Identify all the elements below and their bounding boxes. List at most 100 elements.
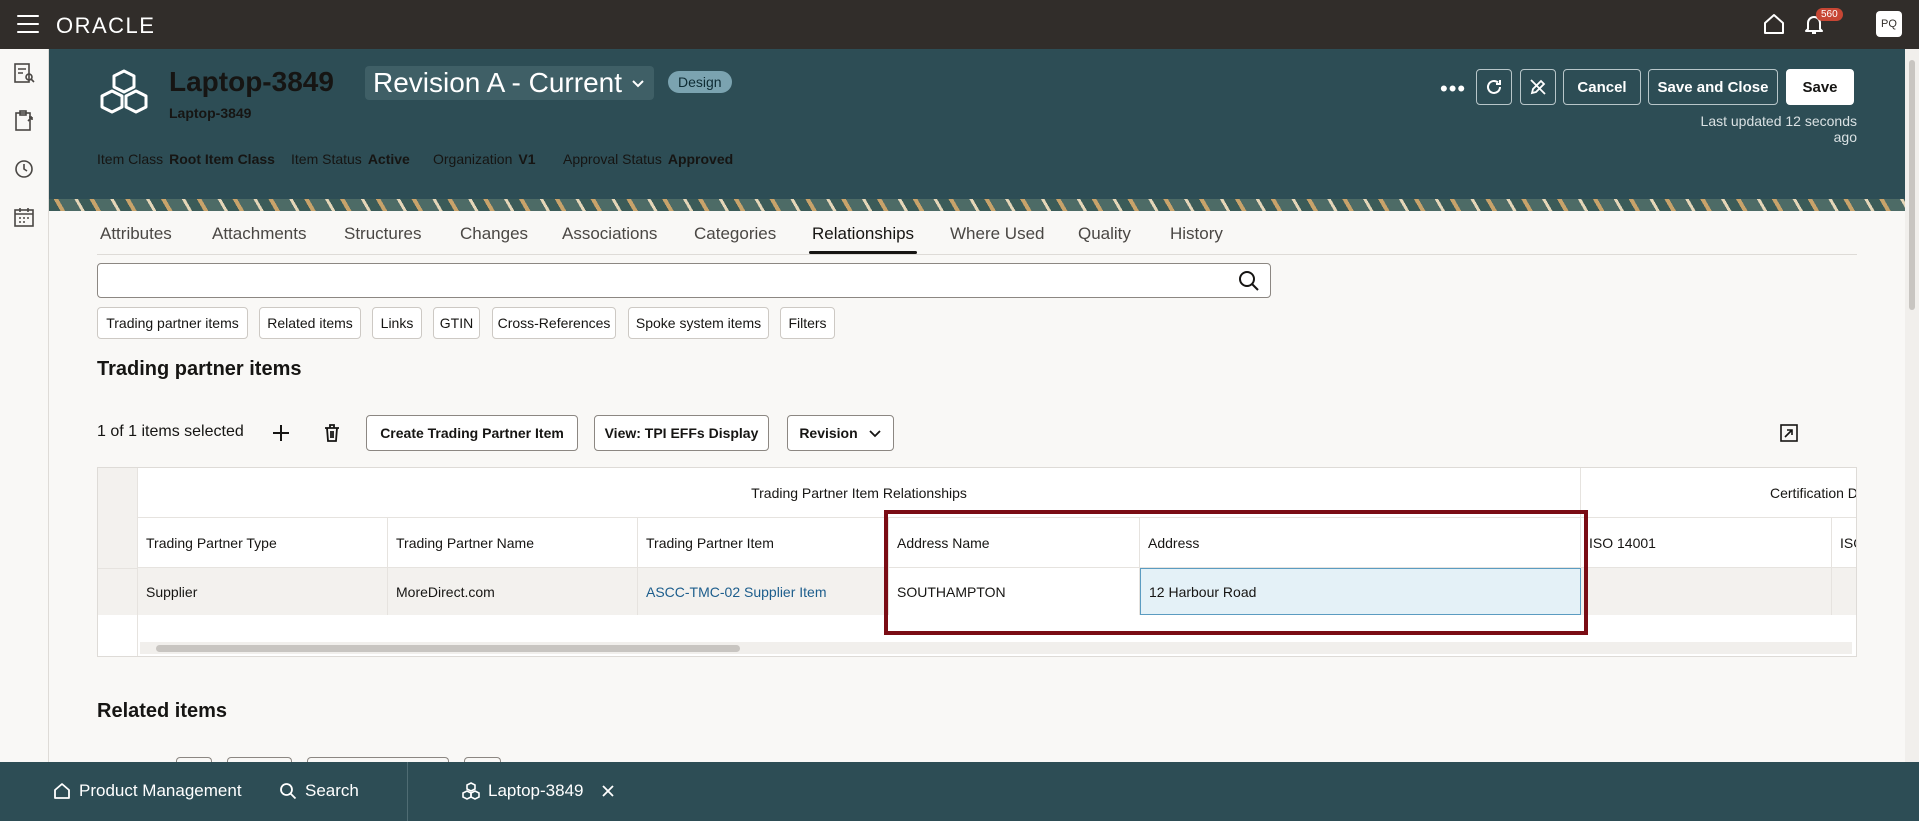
item-cubes-icon bbox=[100, 69, 148, 114]
column-header-tp-name[interactable]: Trading Partner Name bbox=[388, 518, 638, 568]
cell-iso-14001[interactable] bbox=[1581, 568, 1832, 615]
search-icon bbox=[280, 783, 297, 800]
chip-trading-partner-items[interactable]: Trading partner items bbox=[97, 307, 248, 339]
column-header-tp-item[interactable]: Trading Partner Item bbox=[638, 518, 889, 568]
product-management-label: Product Management bbox=[79, 781, 242, 800]
menu-icon[interactable] bbox=[17, 15, 39, 33]
header-decorative-pattern bbox=[49, 199, 1905, 211]
status-badge: Design bbox=[668, 71, 732, 93]
item-status-value: Active bbox=[367, 151, 410, 167]
page-title: Laptop-3849 bbox=[169, 66, 334, 97]
row-selector-header bbox=[98, 468, 138, 568]
search-input[interactable] bbox=[97, 263, 1271, 298]
revision-dropdown[interactable]: Revision bbox=[787, 415, 894, 451]
home-icon[interactable] bbox=[1762, 12, 1786, 36]
cell-tp-name[interactable]: MoreDirect.com bbox=[388, 568, 638, 615]
open-item-tab-label: Laptop-3849 bbox=[488, 781, 584, 800]
highlight-annotation bbox=[884, 510, 1588, 635]
approval-status-value: Approved bbox=[667, 151, 734, 167]
chevron-down-icon bbox=[869, 430, 881, 438]
tab-where-used[interactable]: Where Used bbox=[950, 224, 1044, 244]
active-tab-indicator bbox=[809, 251, 917, 254]
tab-history[interactable]: History bbox=[1170, 224, 1223, 244]
clipboard-icon[interactable] bbox=[12, 109, 36, 133]
chip-links[interactable]: Links bbox=[372, 307, 422, 339]
organization-label: Organization bbox=[433, 151, 513, 167]
tab-relationships[interactable]: Relationships bbox=[812, 224, 914, 244]
tab-attributes[interactable]: Attributes bbox=[100, 224, 172, 244]
column-header-iso[interactable]: ISO bbox=[1832, 518, 1856, 568]
detach-icon[interactable] bbox=[1780, 424, 1798, 442]
revision-label: Revision A - Current bbox=[373, 67, 622, 98]
more-actions-icon[interactable]: ••• bbox=[1440, 76, 1466, 102]
left-rail bbox=[0, 49, 49, 762]
approval-status-meta: Approval Status Approved bbox=[563, 151, 733, 167]
chip-related-items[interactable]: Related items bbox=[259, 307, 361, 339]
global-header: ORACLE 560 PQ bbox=[0, 0, 1919, 49]
view-tpi-effs-button[interactable]: View: TPI EFFs Display bbox=[594, 415, 769, 451]
tab-categories[interactable]: Categories bbox=[694, 224, 776, 244]
delete-icon[interactable] bbox=[321, 422, 343, 444]
bottom-bar-divider bbox=[407, 762, 408, 821]
chip-cross-references[interactable]: Cross-References bbox=[492, 307, 616, 339]
refresh-icon bbox=[1487, 79, 1501, 94]
tab-structures[interactable]: Structures bbox=[344, 224, 421, 244]
cell-tp-type[interactable]: Supplier bbox=[138, 568, 388, 615]
item-status-label: Item Status bbox=[291, 151, 362, 167]
history-icon[interactable] bbox=[12, 157, 36, 181]
save-and-close-button[interactable]: Save and Close bbox=[1648, 69, 1778, 105]
search-tab[interactable]: Search bbox=[279, 781, 359, 801]
vertical-scrollbar-thumb[interactable] bbox=[1909, 60, 1915, 310]
row-selector[interactable] bbox=[98, 568, 138, 615]
chip-gtin[interactable]: GTIN bbox=[433, 307, 480, 339]
product-management-tab[interactable]: Product Management bbox=[53, 781, 242, 801]
tab-changes[interactable]: Changes bbox=[460, 224, 528, 244]
column-header-tp-type[interactable]: Trading Partner Type bbox=[138, 518, 388, 568]
tab-quality[interactable]: Quality bbox=[1078, 224, 1131, 244]
selection-count: 1 of 1 items selected bbox=[97, 423, 244, 440]
add-icon[interactable] bbox=[270, 422, 292, 444]
search-icon[interactable] bbox=[1238, 270, 1260, 292]
row-selector-empty bbox=[98, 615, 138, 656]
cancel-button[interactable]: Cancel bbox=[1563, 69, 1641, 105]
cell-iso[interactable] bbox=[1832, 568, 1856, 615]
item-class-label: Item Class bbox=[97, 151, 164, 167]
highlighter-off-icon bbox=[1530, 79, 1546, 95]
last-updated-text: Last updated 12 seconds ago bbox=[1700, 113, 1857, 145]
chevron-down-icon bbox=[632, 80, 644, 88]
trading-partner-items-heading: Trading partner items bbox=[97, 358, 302, 380]
search-list-icon[interactable] bbox=[12, 61, 36, 85]
tab-bar: Attributes Attachments Structures Change… bbox=[97, 211, 1857, 255]
bottom-navigation-bar: Product Management Search Laptop-3849 bbox=[0, 762, 1919, 821]
tab-attachments[interactable]: Attachments bbox=[212, 224, 307, 244]
save-button[interactable]: Save bbox=[1786, 69, 1854, 105]
organization-meta: Organization V1 bbox=[433, 151, 536, 167]
notification-badge: 560 bbox=[1816, 8, 1843, 21]
search-tab-label: Search bbox=[305, 781, 359, 800]
item-class-meta: Item Class Root Item Class bbox=[97, 151, 275, 167]
column-header-iso-14001[interactable]: ISO 14001 bbox=[1581, 518, 1832, 568]
item-status-meta: Item Status Active bbox=[291, 151, 410, 167]
horizontal-scrollbar-thumb[interactable] bbox=[156, 645, 740, 652]
tab-associations[interactable]: Associations bbox=[562, 224, 657, 244]
item-cubes-icon bbox=[462, 782, 480, 800]
chip-filters[interactable]: Filters bbox=[780, 307, 835, 339]
page-subtitle: Laptop-3849 bbox=[169, 105, 252, 121]
calendar-icon[interactable] bbox=[12, 205, 36, 229]
revision-dropdown-label: Revision bbox=[799, 425, 858, 441]
revision-selector[interactable]: Revision A - Current bbox=[365, 66, 654, 100]
user-avatar[interactable]: PQ bbox=[1876, 11, 1902, 37]
create-trading-partner-item-button[interactable]: Create Trading Partner Item bbox=[366, 415, 578, 451]
approval-status-label: Approval Status bbox=[563, 151, 662, 167]
clear-highlight-button[interactable] bbox=[1520, 69, 1556, 105]
organization-value: V1 bbox=[518, 151, 536, 167]
chip-spoke-system-items[interactable]: Spoke system items bbox=[628, 307, 769, 339]
item-class-value: Root Item Class bbox=[169, 151, 275, 167]
oracle-logo: ORACLE bbox=[56, 13, 156, 38]
open-item-tab[interactable]: Laptop-3849 bbox=[462, 781, 615, 801]
group-header-certification: Certification D bbox=[1581, 468, 1856, 518]
home-icon bbox=[54, 783, 70, 799]
close-icon[interactable] bbox=[601, 784, 615, 798]
cell-tp-item-link[interactable]: ASCC-TMC-02 Supplier Item bbox=[638, 568, 889, 615]
refresh-button[interactable] bbox=[1476, 69, 1512, 105]
